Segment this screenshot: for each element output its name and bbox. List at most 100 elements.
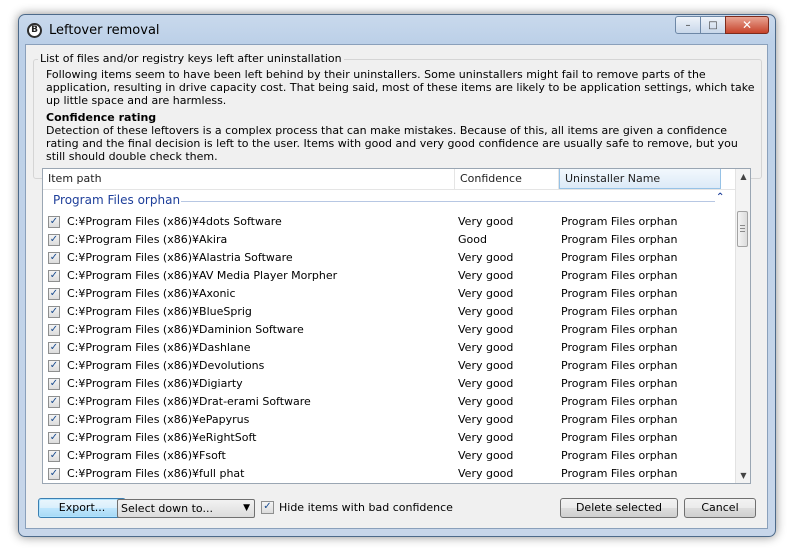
item-path-cell: C:¥Program Files (x86)¥4dots Software — [67, 215, 282, 228]
row-checkbox[interactable]: ✓ — [48, 360, 60, 372]
scrollbar-thumb[interactable] — [737, 211, 748, 247]
row-checkbox[interactable]: ✓ — [48, 450, 60, 462]
dropdown-value: Select down to... — [121, 502, 213, 515]
table-row[interactable]: ✓ C:¥Program Files (x86)¥Daminion Softwar… — [43, 321, 735, 339]
uninstaller-name-cell: Program Files orphan — [561, 215, 678, 228]
close-button[interactable]: ✕ — [725, 16, 769, 34]
thumb-grip — [740, 231, 745, 232]
row-checkbox[interactable]: ✓ — [48, 378, 60, 390]
intro-description: Following items seem to have been left b… — [46, 68, 755, 107]
uninstaller-name-cell: Program Files orphan — [561, 251, 678, 264]
confidence-cell: Very good — [458, 413, 514, 426]
confidence-cell: Good — [458, 233, 487, 246]
hide-bad-confidence-checkbox[interactable]: ✓ — [261, 501, 274, 514]
leftover-list[interactable]: Item path Confidence Uninstaller Name ^ … — [42, 168, 751, 484]
table-row[interactable]: ✓ C:¥Program Files (x86)¥Dashlane Very goo… — [43, 339, 735, 357]
item-path-cell: C:¥Program Files (x86)¥Drat-erami Softwa… — [67, 395, 311, 408]
cancel-button[interactable]: Cancel — [684, 498, 756, 518]
item-path-cell: C:¥Program Files (x86)¥Dashlane — [67, 341, 251, 354]
export-button[interactable]: Export... — [38, 498, 126, 518]
item-path-cell: C:¥Program Files (x86)¥full phat — [67, 467, 245, 480]
info-group-label: List of files and/or registry keys left … — [38, 52, 344, 65]
confidence-cell: Very good — [458, 395, 514, 408]
table-row[interactable]: ✓ C:¥Program Files (x86)¥ePapyrus Very goo… — [43, 411, 735, 429]
item-path-cell: C:¥Program Files (x86)¥BlueSprig — [67, 305, 252, 318]
item-path-cell: C:¥Program Files (x86)¥eRightSoft — [67, 431, 257, 444]
table-row[interactable]: ✓ C:¥Program Files (x86)¥Alastria Softwar… — [43, 249, 735, 267]
table-row[interactable]: ✓ C:¥Program Files (x86)¥Drat-erami Softw… — [43, 393, 735, 411]
confidence-cell: Very good — [458, 377, 514, 390]
table-row[interactable]: ✓ C:¥Program Files (x86)¥Devolutions Very … — [43, 357, 735, 375]
window-title: Leftover removal — [49, 23, 160, 38]
item-path-cell: C:¥Program Files (x86)¥Axonic — [67, 287, 236, 300]
list-header: Item path Confidence Uninstaller Name ^ — [43, 169, 735, 190]
uninstaller-name-cell: Program Files orphan — [561, 305, 678, 318]
table-row[interactable]: ✓ C:¥Program Files (x86)¥BlueSprig Very go… — [43, 303, 735, 321]
delete-selected-button[interactable]: Delete selected — [560, 498, 678, 518]
select-down-to-dropdown[interactable]: Select down to... ▼ — [117, 499, 255, 518]
row-checkbox[interactable]: ✓ — [48, 270, 60, 282]
row-checkbox[interactable]: ✓ — [48, 324, 60, 336]
table-row[interactable]: ✓ C:¥Program Files (x86)¥Axonic Very good P… — [43, 285, 735, 303]
table-row[interactable]: ✓ C:¥Program Files (x86)¥Fsoft Very good Pr… — [43, 447, 735, 465]
sort-indicator-icon: ^ — [636, 168, 642, 173]
confidence-cell: Very good — [458, 449, 514, 462]
column-header-confidence[interactable]: Confidence — [455, 169, 559, 189]
confidence-cell: Very good — [458, 305, 514, 318]
confidence-cell: Very good — [458, 341, 514, 354]
scroll-up-arrow-icon[interactable]: ▲ — [736, 169, 750, 184]
uninstaller-name-cell: Program Files orphan — [561, 269, 678, 282]
row-checkbox[interactable]: ✓ — [48, 396, 60, 408]
uninstaller-name-cell: Program Files orphan — [561, 449, 678, 462]
uninstaller-name-cell: Program Files orphan — [561, 341, 678, 354]
row-checkbox[interactable]: ✓ — [48, 468, 60, 480]
confidence-cell: Very good — [458, 269, 514, 282]
thumb-grip — [740, 228, 745, 229]
table-row[interactable]: ✓ C:¥Program Files (x86)¥4dots Software Ve… — [43, 213, 735, 231]
item-path-cell: C:¥Program Files (x86)¥Akira — [67, 233, 228, 246]
table-row[interactable]: ✓ C:¥Program Files (x86)¥Digiarty Very goo… — [43, 375, 735, 393]
hide-bad-confidence-label[interactable]: Hide items with bad confidence — [279, 501, 453, 514]
collapse-chevron-icon[interactable]: ⌃ — [716, 192, 724, 203]
maximize-button[interactable]: □ — [700, 16, 726, 34]
confidence-cell: Very good — [458, 215, 514, 228]
table-row[interactable]: ✓ C:¥Program Files (x86)¥eRightSoft Very g… — [43, 429, 735, 447]
column-header-item-path[interactable]: Item path — [43, 169, 455, 189]
row-checkbox[interactable]: ✓ — [48, 432, 60, 444]
confidence-cell: Very good — [458, 359, 514, 372]
uninstaller-name-cell: Program Files orphan — [561, 287, 678, 300]
group-divider — [181, 201, 715, 202]
scroll-down-arrow-icon[interactable]: ▼ — [736, 468, 750, 483]
vertical-scrollbar[interactable]: ▲ ▼ — [735, 169, 750, 483]
row-checkbox[interactable]: ✓ — [48, 342, 60, 354]
item-path-cell: C:¥Program Files (x86)¥Fsoft — [67, 449, 226, 462]
item-path-cell: C:¥Program Files (x86)¥ePapyrus — [67, 413, 250, 426]
row-checkbox[interactable]: ✓ — [48, 216, 60, 228]
row-checkbox[interactable]: ✓ — [48, 234, 60, 246]
row-checkbox[interactable]: ✓ — [48, 252, 60, 264]
table-row[interactable]: ✓ C:¥Program Files (x86)¥full phat Very go… — [43, 465, 735, 483]
item-path-cell: C:¥Program Files (x86)¥AV Media Player M… — [67, 269, 338, 282]
row-checkbox[interactable]: ✓ — [48, 288, 60, 300]
item-path-cell: C:¥Program Files (x86)¥Devolutions — [67, 359, 265, 372]
uninstaller-name-cell: Program Files orphan — [561, 233, 678, 246]
item-path-cell: C:¥Program Files (x86)¥Daminion Software — [67, 323, 304, 336]
checkbox-box: ✓ — [261, 501, 274, 514]
table-row[interactable]: ✓ C:¥Program Files (x86)¥Akira Good Program… — [43, 231, 735, 249]
confidence-rating-heading: Confidence rating — [46, 111, 157, 124]
table-row[interactable]: ✓ C:¥Program Files (x86)¥AV Media Player … — [43, 267, 735, 285]
group-header-program-files-orphan[interactable]: Program Files orphan ⌃ — [43, 189, 735, 213]
app-logo-icon: B — [27, 23, 42, 38]
confidence-cell: Very good — [458, 467, 514, 480]
confidence-cell: Very good — [458, 431, 514, 444]
row-checkbox[interactable]: ✓ — [48, 414, 60, 426]
uninstaller-name-cell: Program Files orphan — [561, 413, 678, 426]
confidence-rating-text: Detection of these leftovers is a comple… — [46, 124, 738, 163]
caption-buttons: – □ ✕ — [675, 16, 769, 34]
row-checkbox[interactable]: ✓ — [48, 306, 60, 318]
uninstaller-name-cell: Program Files orphan — [561, 359, 678, 372]
list-rows: ✓ C:¥Program Files (x86)¥4dots Software Ve… — [43, 213, 735, 483]
minimize-button[interactable]: – — [675, 16, 701, 34]
uninstaller-name-cell: Program Files orphan — [561, 467, 678, 480]
title-bar[interactable]: B Leftover removal – □ ✕ — [19, 15, 775, 45]
